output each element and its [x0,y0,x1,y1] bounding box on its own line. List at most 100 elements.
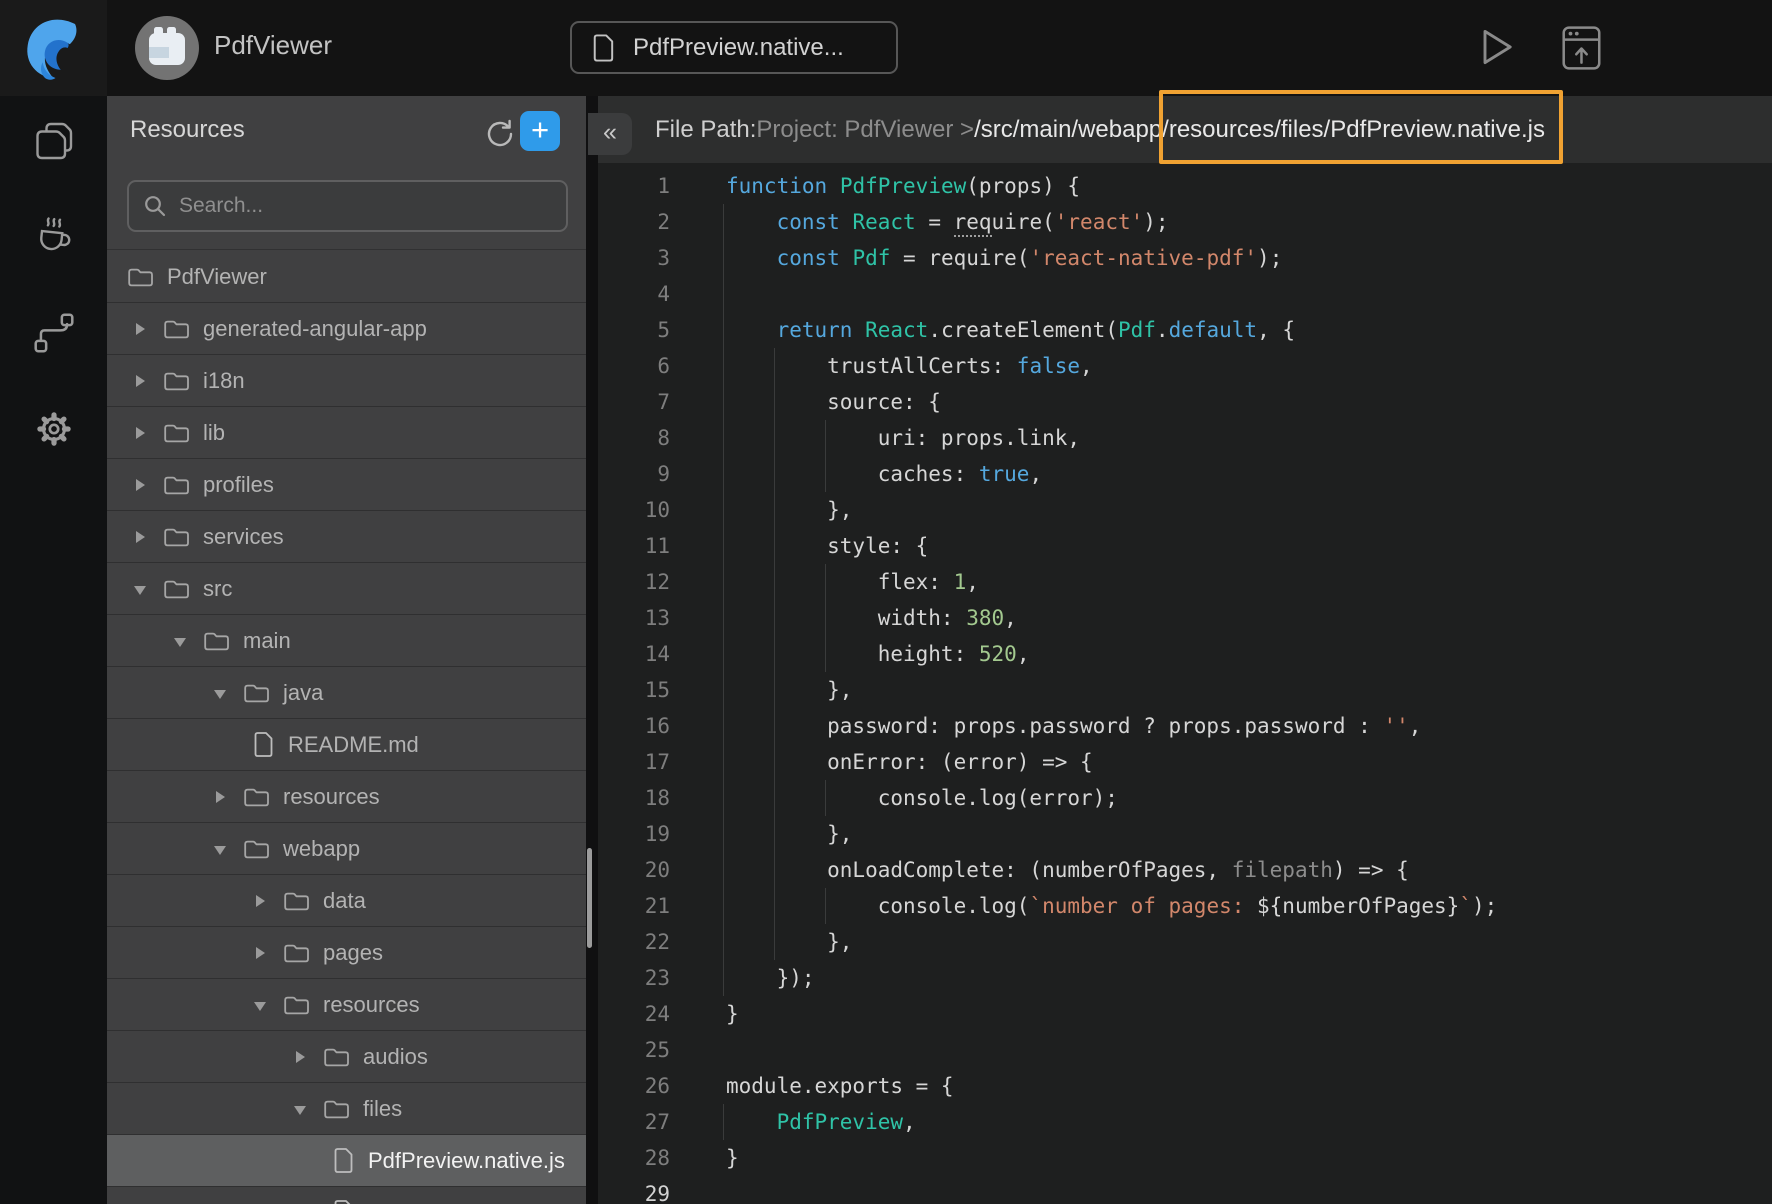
code-line[interactable]: flex: 1, [726,570,979,594]
filepath-bar: File Path: Project: PdfViewer > /src/mai… [598,96,1772,163]
coffee-icon[interactable] [31,214,77,260]
code-line[interactable]: PdfPreview, [726,1110,916,1134]
code-line[interactable]: }, [726,498,852,522]
code-line[interactable]: height: 520, [726,642,1029,666]
code-line[interactable]: } [726,1146,739,1170]
blue-wave-logo-icon [18,12,90,84]
tree-item-label: audios [363,1044,428,1070]
tree-item-label: java [283,680,323,706]
project-app-icon [133,14,201,82]
connector-icon[interactable] [31,310,77,356]
tree-folder-row[interactable]: generated-angular-app [107,303,586,355]
chevron-right-icon[interactable] [133,373,147,389]
search-box[interactable] [127,180,568,232]
line-number: 24 [598,996,670,1032]
tree-folder-row[interactable]: src [107,563,586,615]
folder-icon [283,889,310,913]
code-line[interactable]: onLoadComplete: (numberOfPages, filepath… [726,858,1409,882]
code-line[interactable]: width: 380, [726,606,1017,630]
tree-file-row[interactable]: PdfPreview.native.js [107,1135,586,1187]
collapse-panel-button[interactable] [588,113,632,155]
open-file-tab[interactable]: PdfPreview.native... [570,21,898,74]
chevron-right-icon[interactable] [253,893,267,909]
code-line[interactable]: }, [726,930,852,954]
code-line[interactable]: return React.createElement(Pdf.default, … [726,318,1295,342]
open-preview-window-button[interactable] [1561,25,1603,71]
tree-file-row[interactable]: README.md [107,719,586,771]
panel-scrollbar-thumb[interactable] [587,848,592,948]
refresh-button[interactable] [478,113,518,153]
chevron-right-icon[interactable] [133,321,147,337]
chevron-down-icon[interactable] [253,997,267,1013]
line-number: 2 [598,204,670,240]
indent-guide [825,420,826,492]
code-line[interactable]: function PdfPreview(props) { [726,174,1080,198]
line-number: 13 [598,600,670,636]
chevron-down-icon[interactable] [173,633,187,649]
folder-icon [163,317,190,341]
chevron-right-icon[interactable] [293,1049,307,1065]
indent-guide [825,564,826,672]
chevron-right-icon[interactable] [133,425,147,441]
code-editor[interactable]: 1function PdfPreview(props) {2 const Rea… [598,163,1772,1204]
code-line[interactable]: password: props.password ? props.passwor… [726,714,1421,738]
code-line[interactable]: trustAllCerts: false, [726,354,1093,378]
code-line[interactable]: const Pdf = require('react-native-pdf'); [726,246,1282,270]
search-input[interactable] [179,194,552,218]
line-number: 5 [598,312,670,348]
code-line[interactable]: }, [726,822,852,846]
chevron-right-icon[interactable] [133,529,147,545]
line-number: 9 [598,456,670,492]
tree-folder-row[interactable]: files [107,1083,586,1135]
tree-item-label: generated-angular-app [203,316,427,342]
tree-folder-row[interactable]: audios [107,1031,586,1083]
chevron-right-icon[interactable] [213,789,227,805]
settings-icon[interactable] [31,406,77,452]
indent-guide [825,780,826,816]
tree-file-row[interactable] [107,1187,586,1204]
tree-folder-row[interactable]: webapp [107,823,586,875]
tree-folder-row[interactable]: services [107,511,586,563]
code-line[interactable]: console.log(`number of pages: ${numberOf… [726,894,1497,918]
line-number: 18 [598,780,670,816]
tree-folder-row[interactable]: PdfViewer [107,251,586,303]
editor-area: File Path: Project: PdfViewer > /src/mai… [598,96,1772,1204]
tree-folder-row[interactable]: pages [107,927,586,979]
chevron-down-icon[interactable] [133,581,147,597]
code-line[interactable]: console.log(error); [726,786,1118,810]
chevron-down-icon[interactable] [213,685,227,701]
tree-folder-row[interactable]: resources [107,979,586,1031]
chevron-right-icon[interactable] [133,477,147,493]
code-line[interactable]: uri: props.link, [726,426,1080,450]
code-line[interactable]: style: { [726,534,928,558]
code-line[interactable]: module.exports = { [726,1074,954,1098]
folder-icon [163,577,190,601]
panel-title: Resources [130,116,245,144]
code-line[interactable]: } [726,1002,739,1026]
chevron-right-icon[interactable] [253,945,267,961]
tree-folder-row[interactable]: i18n [107,355,586,407]
tree-folder-row[interactable]: java [107,667,586,719]
chevron-down-icon[interactable] [213,841,227,857]
line-number: 10 [598,492,670,528]
tree-folder-row[interactable]: resources [107,771,586,823]
app-logo-cell[interactable] [0,0,107,96]
run-button[interactable] [1479,27,1515,67]
code-line[interactable]: const React = require('react'); [726,210,1169,234]
folder-icon [323,1045,350,1069]
tree-item-label: resources [323,992,420,1018]
add-resource-button[interactable] [520,111,560,151]
code-line[interactable]: }); [726,966,815,990]
tree-folder-row[interactable]: data [107,875,586,927]
tree-folder-row[interactable]: lib [107,407,586,459]
tree-folder-row[interactable]: main [107,615,586,667]
pages-icon[interactable] [31,118,77,164]
folder-icon [127,265,154,289]
tab-label: PdfPreview.native... [633,34,844,62]
tree-folder-row[interactable]: profiles [107,459,586,511]
code-line[interactable]: }, [726,678,852,702]
code-line[interactable]: source: { [726,390,941,414]
tree-item-label: pages [323,940,383,966]
chevron-down-icon[interactable] [293,1101,307,1117]
code-line[interactable]: onError: (error) => { [726,750,1093,774]
